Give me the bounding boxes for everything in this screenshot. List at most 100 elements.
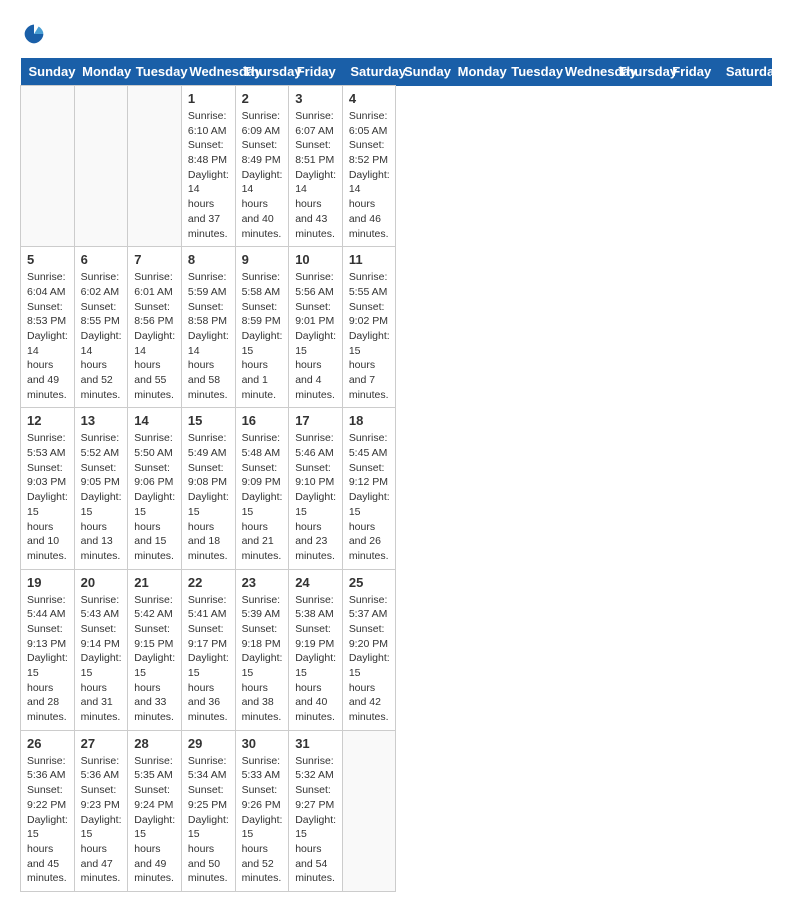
cell-info: Sunrise: 5:32 AMSunset: 9:27 PMDaylight:… <box>295 754 336 886</box>
cell-info: Sunrise: 5:48 AMSunset: 9:09 PMDaylight:… <box>242 431 283 563</box>
cell-info: Sunrise: 5:37 AMSunset: 9:20 PMDaylight:… <box>349 593 390 725</box>
week-row-4: 26Sunrise: 5:36 AMSunset: 9:22 PMDayligh… <box>21 730 772 891</box>
cell-info: Sunrise: 6:07 AMSunset: 8:51 PMDaylight:… <box>295 109 336 241</box>
cell-info: Sunrise: 5:46 AMSunset: 9:10 PMDaylight:… <box>295 431 336 563</box>
calendar-cell: 12Sunrise: 5:53 AMSunset: 9:03 PMDayligh… <box>21 408 75 569</box>
logo-icon <box>20 20 48 48</box>
header-row: SundayMondayTuesdayWednesdayThursdayFrid… <box>21 58 772 86</box>
calendar-cell: 8 Sunrise: 5:59 AMSunset: 8:58 PMDaylight… <box>181 247 235 408</box>
col-header-wednesday: Wednesday <box>557 58 611 86</box>
cell-info: Sunrise: 5:59 AMSunset: 8:58 PMDaylight:… <box>188 270 229 402</box>
day-number: 14 <box>134 413 175 428</box>
calendar-body: 1Sunrise: 6:10 AMSunset: 8:48 PMDaylight… <box>21 86 772 892</box>
calendar-cell: 20 Sunrise: 5:43 AMSunset: 9:14 PMDayligh… <box>74 569 128 730</box>
cell-info: Sunrise: 5:58 AMSunset: 8:59 PMDaylight:… <box>242 270 283 402</box>
day-number: 17 <box>295 413 336 428</box>
cell-info: Sunrise: 5:38 AMSunset: 9:19 PMDaylight:… <box>295 593 336 725</box>
calendar-cell: 13 Sunrise: 5:52 AMSunset: 9:05 PMDayligh… <box>74 408 128 569</box>
calendar-cell: 31 Sunrise: 5:32 AMSunset: 9:27 PMDayligh… <box>289 730 343 891</box>
day-number: 13 <box>81 413 122 428</box>
cell-info: Sunrise: 5:33 AMSunset: 9:26 PMDaylight:… <box>242 754 283 886</box>
calendar-cell: 29 Sunrise: 5:34 AMSunset: 9:25 PMDayligh… <box>181 730 235 891</box>
day-number: 31 <box>295 736 336 751</box>
day-number: 18 <box>349 413 390 428</box>
day-number: 10 <box>295 252 336 267</box>
calendar-cell: 3 Sunrise: 6:07 AMSunset: 8:51 PMDaylight… <box>289 86 343 247</box>
week-row-3: 19Sunrise: 5:44 AMSunset: 9:13 PMDayligh… <box>21 569 772 730</box>
calendar-header: SundayMondayTuesdayWednesdayThursdayFrid… <box>21 58 772 86</box>
cell-info: Sunrise: 5:39 AMSunset: 9:18 PMDaylight:… <box>242 593 283 725</box>
day-number: 19 <box>27 575 68 590</box>
day-number: 15 <box>188 413 229 428</box>
day-number: 27 <box>81 736 122 751</box>
calendar-cell: 7 Sunrise: 6:01 AMSunset: 8:56 PMDaylight… <box>128 247 182 408</box>
calendar-cell: 11Sunrise: 5:55 AMSunset: 9:02 PMDayligh… <box>342 247 396 408</box>
cell-info: Sunrise: 6:05 AMSunset: 8:52 PMDaylight:… <box>349 109 390 241</box>
day-number: 20 <box>81 575 122 590</box>
calendar-cell: 5 Sunrise: 6:04 AMSunset: 8:53 PMDaylight… <box>21 247 75 408</box>
day-number: 23 <box>242 575 283 590</box>
day-number: 7 <box>134 252 175 267</box>
week-row-1: 5 Sunrise: 6:04 AMSunset: 8:53 PMDaylight… <box>21 247 772 408</box>
cell-info: Sunrise: 6:09 AMSunset: 8:49 PMDaylight:… <box>242 109 283 241</box>
header-day-sunday: Sunday <box>21 58 75 86</box>
calendar-cell <box>128 86 182 247</box>
calendar-cell <box>342 730 396 891</box>
calendar-table: SundayMondayTuesdayWednesdayThursdayFrid… <box>20 58 772 892</box>
cell-info: Sunrise: 5:41 AMSunset: 9:17 PMDaylight:… <box>188 593 229 725</box>
day-number: 28 <box>134 736 175 751</box>
cell-info: Sunrise: 6:02 AMSunset: 8:55 PMDaylight:… <box>81 270 122 402</box>
calendar-cell <box>21 86 75 247</box>
day-number: 1 <box>188 91 229 106</box>
day-number: 6 <box>81 252 122 267</box>
calendar-cell: 15Sunrise: 5:49 AMSunset: 9:08 PMDayligh… <box>181 408 235 569</box>
cell-info: Sunrise: 5:42 AMSunset: 9:15 PMDaylight:… <box>134 593 175 725</box>
calendar-cell: 23 Sunrise: 5:39 AMSunset: 9:18 PMDayligh… <box>235 569 289 730</box>
calendar-cell: 9 Sunrise: 5:58 AMSunset: 8:59 PMDaylight… <box>235 247 289 408</box>
calendar-cell <box>74 86 128 247</box>
cell-info: Sunrise: 5:53 AMSunset: 9:03 PMDaylight:… <box>27 431 68 563</box>
cell-info: Sunrise: 6:04 AMSunset: 8:53 PMDaylight:… <box>27 270 68 402</box>
calendar-cell: 1Sunrise: 6:10 AMSunset: 8:48 PMDaylight… <box>181 86 235 247</box>
day-number: 2 <box>242 91 283 106</box>
cell-info: Sunrise: 6:01 AMSunset: 8:56 PMDaylight:… <box>134 270 175 402</box>
col-header-thursday: Thursday <box>611 58 665 86</box>
day-number: 9 <box>242 252 283 267</box>
week-row-0: 1Sunrise: 6:10 AMSunset: 8:48 PMDaylight… <box>21 86 772 247</box>
col-header-saturday: Saturday <box>718 58 772 86</box>
cell-info: Sunrise: 5:35 AMSunset: 9:24 PMDaylight:… <box>134 754 175 886</box>
col-header-monday: Monday <box>450 58 504 86</box>
header-day-monday: Monday <box>74 58 128 86</box>
day-number: 25 <box>349 575 390 590</box>
calendar-cell: 6 Sunrise: 6:02 AMSunset: 8:55 PMDaylight… <box>74 247 128 408</box>
header-day-thursday: Thursday <box>235 58 289 86</box>
cell-info: Sunrise: 5:43 AMSunset: 9:14 PMDaylight:… <box>81 593 122 725</box>
page-header <box>20 20 772 48</box>
day-number: 29 <box>188 736 229 751</box>
cell-info: Sunrise: 5:56 AMSunset: 9:01 PMDaylight:… <box>295 270 336 402</box>
calendar-cell: 30Sunrise: 5:33 AMSunset: 9:26 PMDayligh… <box>235 730 289 891</box>
day-number: 4 <box>349 91 390 106</box>
cell-info: Sunrise: 5:55 AMSunset: 9:02 PMDaylight:… <box>349 270 390 402</box>
calendar-cell: 28 Sunrise: 5:35 AMSunset: 9:24 PMDayligh… <box>128 730 182 891</box>
header-day-saturday: Saturday <box>342 58 396 86</box>
day-number: 16 <box>242 413 283 428</box>
cell-info: Sunrise: 5:52 AMSunset: 9:05 PMDaylight:… <box>81 431 122 563</box>
calendar-cell: 19Sunrise: 5:44 AMSunset: 9:13 PMDayligh… <box>21 569 75 730</box>
day-number: 3 <box>295 91 336 106</box>
cell-info: Sunrise: 5:34 AMSunset: 9:25 PMDaylight:… <box>188 754 229 886</box>
calendar-cell: 26Sunrise: 5:36 AMSunset: 9:22 PMDayligh… <box>21 730 75 891</box>
day-number: 22 <box>188 575 229 590</box>
col-header-sunday: Sunday <box>396 58 450 86</box>
calendar-cell: 24 Sunrise: 5:38 AMSunset: 9:19 PMDayligh… <box>289 569 343 730</box>
calendar-cell: 25 Sunrise: 5:37 AMSunset: 9:20 PMDayligh… <box>342 569 396 730</box>
day-number: 5 <box>27 252 68 267</box>
col-header-friday: Friday <box>664 58 718 86</box>
day-number: 24 <box>295 575 336 590</box>
calendar-cell: 2 Sunrise: 6:09 AMSunset: 8:49 PMDaylight… <box>235 86 289 247</box>
day-number: 8 <box>188 252 229 267</box>
col-header-tuesday: Tuesday <box>503 58 557 86</box>
week-row-2: 12Sunrise: 5:53 AMSunset: 9:03 PMDayligh… <box>21 408 772 569</box>
day-number: 26 <box>27 736 68 751</box>
calendar-cell: 14Sunrise: 5:50 AMSunset: 9:06 PMDayligh… <box>128 408 182 569</box>
